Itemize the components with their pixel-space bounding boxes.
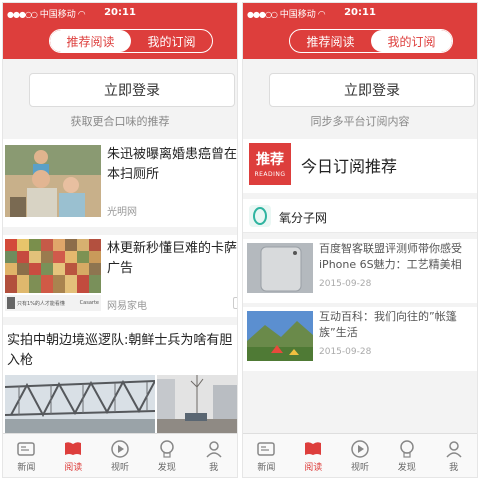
phone-photo [247, 243, 313, 293]
news-card[interactable]: 朱迅被曝离婚患癌曾在本扫厕所 光明网 [3, 139, 237, 227]
my-subscriptions-screen: ●●●○○ 中国移动 ◠ 20:11 推荐阅读 我的订阅 立即登录 同步多平台订阅… [242, 2, 478, 478]
login-area: 立即登录 获取更合口味的推荐 [3, 59, 237, 139]
recommend-badge-text: 推荐 [256, 152, 284, 168]
tab-media[interactable]: 视听 [97, 434, 144, 477]
tab-discover[interactable]: 发现 [383, 434, 430, 477]
item-title: 互动百科：我们向往的”帐篷族”生活 [319, 310, 457, 339]
tab-label: 新闻 [17, 462, 36, 473]
tab-media[interactable]: 视听 [337, 434, 384, 477]
status-time: 20:11 [344, 7, 376, 18]
tab-news[interactable]: 新闻 [3, 434, 50, 477]
user-icon [446, 440, 462, 458]
bulb-icon [160, 439, 174, 458]
recommend-badge-sub: READING [254, 171, 286, 178]
tab-me[interactable]: 我 [430, 434, 477, 477]
news-icon [17, 441, 36, 456]
news-source: 网易家电 [107, 301, 147, 312]
tab-label: 新闻 [257, 462, 276, 473]
tab-label: 我 [449, 462, 459, 473]
news-title: 朱迅被曝离婚患癌曾在本扫厕所 [107, 147, 238, 182]
play-icon [111, 439, 129, 458]
tab-reading[interactable]: 阅读 [290, 434, 337, 477]
tab-label: 阅读 [64, 462, 83, 473]
news-source: 光明网 [107, 207, 137, 218]
ad-caption: 只有1%的人才能看懂 [17, 301, 65, 307]
subscription-item[interactable]: 互动百科：我们向往的”帐篷族”生活 2015-09-28 [243, 307, 477, 371]
ad-brand: Casarte [79, 300, 99, 306]
bridge-photo [5, 375, 155, 437]
recommend-title: 今日订阅推荐 [301, 157, 398, 176]
item-date: 2015-09-28 [319, 279, 372, 289]
user-icon [206, 440, 222, 458]
tab-label: 我 [209, 462, 219, 473]
ad-strip: 只有1%的人才能看懂 Casarte [5, 295, 101, 311]
street-photo [157, 375, 237, 437]
tab-label: 发现 [157, 462, 176, 473]
recommend-badge: 推荐 READING [249, 143, 291, 185]
screenshot-stage: ●●●○○ 中国移动 ◠ 20:11 推荐阅读 我的订阅 立即登录 获取更合口味的… [0, 0, 480, 480]
ad-marker [233, 297, 237, 309]
book-icon [305, 441, 322, 455]
subscription-item[interactable]: 百度智客联盟评测师带你感受iPhone 6S魅力：工艺精美相 2015-09-2… [243, 239, 477, 303]
segmented-control: 推荐阅读 我的订阅 [49, 29, 213, 53]
tab-recommended[interactable]: 推荐阅读 [290, 30, 371, 52]
bottom-tab-bar: 新闻 阅读 视听 发现 我 [3, 433, 237, 477]
bottom-tab-bar: 新闻 阅读 视听 发现 我 [243, 433, 477, 477]
status-bar: ●●●○○ 中国移动 ◠ 20:11 [3, 3, 237, 23]
empty-area [243, 373, 477, 435]
tab-me[interactable]: 我 [190, 434, 237, 477]
tab-news[interactable]: 新闻 [243, 434, 290, 477]
header-bar: ●●●○○ 中国移动 ◠ 20:11 推荐阅读 我的订阅 [3, 3, 237, 59]
tab-label: 发现 [397, 462, 416, 473]
tab-recommended[interactable]: 推荐阅读 [50, 30, 131, 52]
tab-subscriptions[interactable]: 我的订阅 [371, 30, 452, 52]
tab-label: 视听 [110, 462, 129, 473]
recommendation-header: 推荐 READING 今日订阅推荐 [243, 139, 477, 193]
tab-label: 阅读 [304, 462, 323, 473]
header-bar: ●●●○○ 中国移动 ◠ 20:11 推荐阅读 我的订阅 [243, 3, 477, 59]
login-hint: 获取更合口味的推荐 [70, 115, 170, 128]
tab-subscriptions[interactable]: 我的订阅 [131, 30, 212, 52]
source-name: 氧分子网 [279, 211, 328, 225]
status-time: 20:11 [104, 7, 136, 18]
family-photo [5, 145, 101, 217]
item-date: 2015-09-28 [319, 347, 372, 357]
segmented-control: 推荐阅读 我的订阅 [289, 29, 453, 53]
ad-collage-image [5, 239, 101, 293]
source-logo-icon [249, 205, 271, 227]
tab-discover[interactable]: 发现 [143, 434, 190, 477]
login-button[interactable]: 立即登录 [269, 73, 475, 107]
login-button[interactable]: 立即登录 [29, 73, 235, 107]
book-icon [65, 441, 82, 455]
recommended-reading-screen: ●●●○○ 中国移动 ◠ 20:11 推荐阅读 我的订阅 立即登录 获取更合口味的… [2, 2, 238, 478]
login-hint: 同步多平台订阅内容 [310, 115, 410, 128]
ad-card[interactable]: 林更新秒懂巨难的卡萨广告 只有1%的人才能看懂 Casarte 网易家电 [3, 235, 237, 317]
news-icon [257, 441, 276, 456]
news-title: 实拍中朝边境巡逻队:朝鲜士兵为啥有胆入枪 [7, 333, 233, 368]
item-title: 百度智客联盟评测师带你感受iPhone 6S魅力：工艺精美相 [319, 242, 462, 271]
tab-reading[interactable]: 阅读 [50, 434, 97, 477]
camping-photo [247, 311, 313, 361]
play-icon [351, 439, 369, 458]
news-title: 林更新秒懂巨难的卡萨广告 [107, 241, 238, 276]
bulb-icon [400, 439, 414, 458]
login-area: 立即登录 同步多平台订阅内容 [243, 59, 477, 139]
status-bar: ●●●○○ 中国移动 ◠ 20:11 [243, 3, 477, 23]
tab-label: 视听 [350, 462, 369, 473]
news-card[interactable]: 实拍中朝边境巡逻队:朝鲜士兵为啥有胆入枪 [3, 325, 237, 437]
source-row[interactable]: 氧分子网 [243, 199, 477, 233]
ad-person-icon [7, 297, 15, 309]
